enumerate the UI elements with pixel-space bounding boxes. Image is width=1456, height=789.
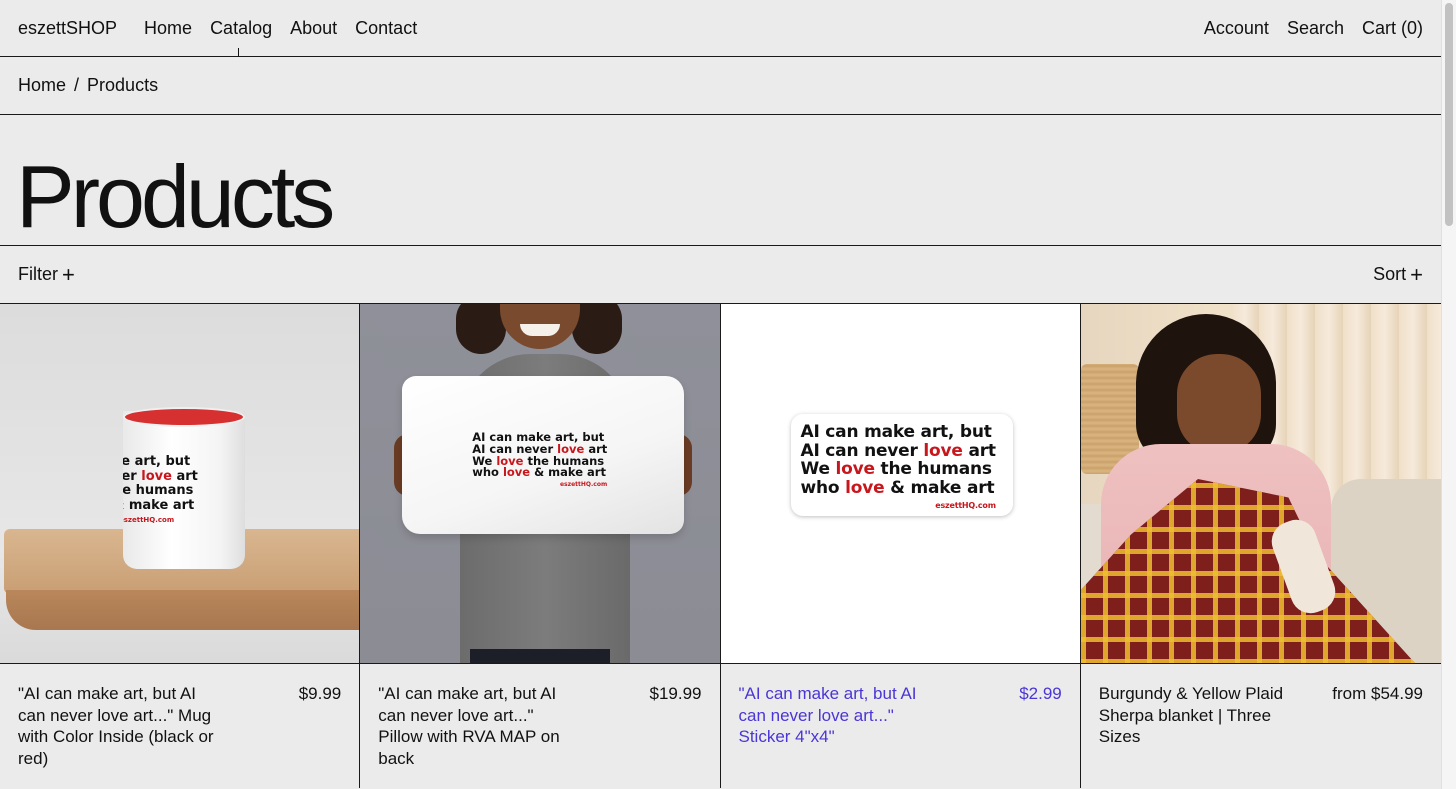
filter-sort-bar: Filter + Sort + — [0, 246, 1441, 304]
product-name[interactable]: "AI can make art, but AI can never love … — [18, 683, 218, 788]
product-name[interactable]: "AI can make art, but AI can never love … — [378, 683, 578, 788]
product-info: "AI can make art, but AI can never love … — [721, 664, 1080, 788]
vertical-scrollbar[interactable] — [1441, 0, 1456, 789]
nav-about[interactable]: About — [290, 18, 337, 39]
page-title: Products — [16, 147, 335, 246]
product-image-sticker[interactable]: AI can make art, but AI can never love a… — [720, 304, 1080, 664]
nav-contact[interactable]: Contact — [355, 18, 417, 39]
mug-print-line: ke art, but — [123, 454, 191, 469]
product-price: $19.99 — [649, 684, 702, 703]
mug-red-rim — [123, 407, 245, 427]
model-smile — [520, 324, 561, 336]
cart-link[interactable]: Cart (0) — [1362, 18, 1423, 39]
product-info: Burgundy & Yellow Plaid Sherpa blanket |… — [1081, 664, 1441, 788]
site-header: eszettSHOP Home Catalog About Contact Ac… — [0, 0, 1441, 57]
mug-print: ke art, but ver love art he humans & mak… — [123, 454, 198, 528]
product-card[interactable]: Burgundy & Yellow Plaid Sherpa blanket |… — [1080, 304, 1441, 788]
main-nav: Home Catalog About Contact — [144, 18, 417, 39]
product-info: "AI can make art, but AI can never love … — [360, 664, 719, 788]
product-info: "AI can make art, but AI can never love … — [0, 664, 359, 788]
slogan-line: AI can never love art — [800, 440, 997, 461]
product-price: $9.99 — [298, 684, 342, 703]
cutting-board-edge — [6, 590, 360, 630]
model-face — [1176, 354, 1261, 454]
product-name[interactable]: Burgundy & Yellow Plaid Sherpa blanket |… — [1099, 683, 1299, 788]
product-grid: ke art, but ver love art he humans & mak… — [0, 304, 1441, 788]
product-price: from $54.99 — [1332, 684, 1423, 703]
slogan-line: AI can make art, but — [800, 422, 992, 442]
plus-icon: + — [62, 261, 75, 287]
account-link[interactable]: Account — [1204, 18, 1269, 39]
brand-logo[interactable]: eszettSHOP — [18, 18, 117, 39]
sort-label: Sort — [1373, 264, 1407, 284]
plus-icon: + — [1410, 261, 1423, 287]
mug-print-url: eszettHQ.com — [123, 516, 175, 524]
product-image-blanket[interactable] — [1080, 304, 1441, 664]
filter-label: Filter — [18, 264, 58, 284]
product-name[interactable]: "AI can make art, but AI can never love … — [739, 683, 939, 788]
search-link[interactable]: Search — [1287, 18, 1344, 39]
breadcrumb-current: Products — [87, 75, 159, 95]
filter-button[interactable]: Filter + — [18, 261, 75, 287]
mug-print-line: ver love art — [123, 468, 198, 484]
breadcrumb-separator: / — [74, 75, 80, 95]
mug: ke art, but ver love art he humans & mak… — [123, 411, 245, 569]
product-card[interactable]: AI can make art, but AI can never love a… — [360, 304, 721, 788]
title-section: Products — [0, 115, 1441, 246]
slogan-url: eszettHQ.com — [559, 481, 608, 489]
product-card[interactable]: AI can make art, but AI can never love a… — [720, 304, 1081, 788]
active-nav-indicator — [238, 48, 239, 57]
sticker: AI can make art, but AI can never love a… — [790, 414, 1013, 516]
sticker-print: AI can make art, but AI can never love a… — [800, 422, 997, 516]
slogan-line: who love & make art — [800, 477, 995, 498]
product-price: $2.99 — [1019, 684, 1062, 703]
page: eszettSHOP Home Catalog About Contact Ac… — [0, 0, 1456, 789]
model-hair — [456, 304, 507, 354]
nav-home[interactable]: Home — [144, 18, 192, 39]
product-card[interactable]: ke art, but ver love art he humans & mak… — [0, 304, 361, 788]
slogan-url: eszettHQ.com — [935, 501, 996, 510]
utility-nav: Account Search Cart (0) — [1204, 18, 1423, 39]
product-image-mug[interactable]: ke art, but ver love art he humans & mak… — [0, 304, 360, 664]
mug-print-line: he humans — [123, 483, 194, 498]
slogan-line: who love & make art — [472, 465, 606, 480]
breadcrumb-home[interactable]: Home — [18, 75, 66, 96]
page-content: eszettSHOP Home Catalog About Contact Ac… — [0, 0, 1441, 789]
mug-print-line: & make art — [123, 497, 195, 513]
pillow: AI can make art, but AI can never love a… — [402, 376, 685, 534]
model-pants — [470, 649, 611, 663]
pillow-print: AI can make art, but AI can never love a… — [472, 431, 608, 491]
breadcrumb: Home / Products — [0, 57, 1441, 115]
nav-catalog[interactable]: Catalog — [210, 18, 272, 39]
scrollbar-thumb[interactable] — [1445, 3, 1453, 226]
product-image-pillow[interactable]: AI can make art, but AI can never love a… — [360, 304, 720, 664]
slogan-line: We love the humans — [800, 459, 993, 479]
sort-button[interactable]: Sort + — [1373, 261, 1423, 287]
